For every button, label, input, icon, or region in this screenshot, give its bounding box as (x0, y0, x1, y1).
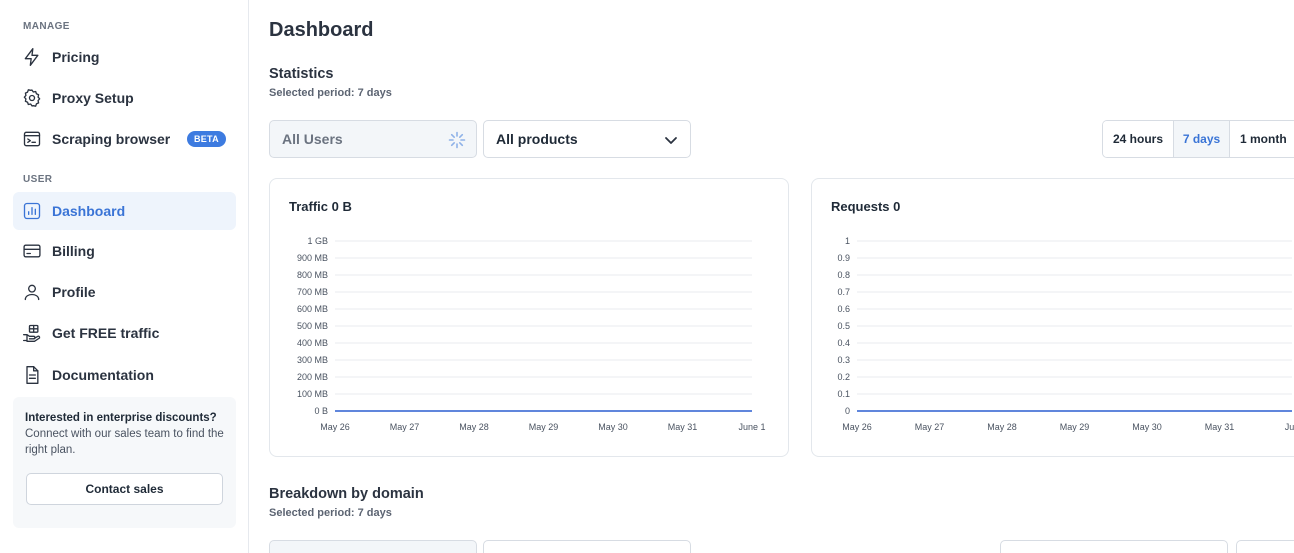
period-1-month-button[interactable]: 1 month (1230, 121, 1294, 157)
sidebar-item-label: Get FREE traffic (52, 325, 160, 341)
requests-x-tick-label: May 31 (1205, 422, 1235, 432)
traffic-x-tick-label: May 29 (529, 422, 559, 432)
requests-y-tick-label: 0.2 (837, 372, 850, 382)
user-icon (22, 282, 42, 302)
requests-y-tick-label: 0.3 (837, 355, 850, 365)
sidebar-item-documentation[interactable]: Documentation (13, 356, 236, 394)
chevron-down-icon (665, 137, 677, 144)
users-select-value: All Users (282, 131, 343, 147)
sidebar-item-proxy-setup[interactable]: Proxy Setup (13, 79, 236, 117)
promo-text: Interested in enterprise discounts? Conn… (25, 410, 224, 458)
traffic-y-tick-label: 600 MB (297, 304, 328, 314)
contact-sales-button[interactable]: Contact sales (26, 473, 223, 505)
requests-y-tick-label: 0.6 (837, 304, 850, 314)
period-24-hours-button[interactable]: 24 hours (1103, 121, 1174, 157)
user-section-label: USER (23, 174, 53, 185)
credit-card-icon (22, 241, 42, 261)
traffic-y-tick-label: 200 MB (297, 372, 328, 382)
period-7-days-button[interactable]: 7 days (1174, 121, 1230, 157)
requests-y-tick-label: 0.1 (837, 389, 850, 399)
products-select[interactable]: All products (483, 120, 691, 158)
enterprise-promo: Interested in enterprise discounts? Conn… (13, 397, 236, 528)
requests-x-tick-label: May 30 (1132, 422, 1162, 432)
traffic-chart-card: Traffic 0 B 0 B 100 MB 200 MB 300 MB 400 MB 5… (269, 178, 789, 457)
sidebar-item-label: Scraping browser (52, 131, 171, 147)
promo-body: Connect with our sales team to find the … (25, 428, 224, 456)
manage-section-label: MANAGE (23, 21, 70, 32)
requests-x-tick-label: May 29 (1060, 422, 1090, 432)
statistics-title: Statistics (269, 66, 334, 82)
breakdown-subtitle: Selected period: 7 days (269, 507, 392, 519)
breakdown-title: Breakdown by domain (269, 486, 424, 502)
requests-x-tick-label: May 28 (987, 422, 1017, 432)
sidebar-item-label: Proxy Setup (52, 90, 134, 106)
sidebar-item-billing[interactable]: Billing (13, 232, 236, 270)
products-select-value: All products (496, 131, 578, 147)
terminal-icon (22, 129, 42, 149)
traffic-x-tick-label: May 27 (390, 422, 420, 432)
traffic-y-tick-label: 500 MB (297, 321, 328, 331)
traffic-x-tick-label: June 1 (738, 422, 765, 432)
statistics-subtitle: Selected period: 7 days (269, 87, 392, 99)
requests-y-tick-label: 0.5 (837, 321, 850, 331)
traffic-x-tick-label: May 26 (320, 422, 350, 432)
document-icon (22, 365, 42, 385)
requests-y-tick-label: 1 (845, 236, 850, 246)
page-title: Dashboard (269, 19, 374, 41)
requests-y-tick-label: 0.9 (837, 253, 850, 263)
requests-y-tick-label: 0 (845, 406, 850, 416)
traffic-y-tick-label: 900 MB (297, 253, 328, 263)
breakdown-extra-control[interactable] (1236, 540, 1294, 553)
requests-x-tick-label: May 27 (915, 422, 945, 432)
sidebar-item-label: Profile (52, 284, 96, 300)
requests-x-tick-label: Jun (1285, 422, 1294, 432)
sidebar-item-label: Billing (52, 243, 95, 259)
gift-hand-icon (22, 323, 42, 343)
requests-x-tick-label: May 26 (842, 422, 872, 432)
sidebar-item-get-free-traffic[interactable]: Get FREE traffic (13, 314, 236, 352)
traffic-y-tick-label: 800 MB (297, 270, 328, 280)
promo-heading: Interested in enterprise discounts? (25, 412, 217, 424)
bolt-icon (22, 47, 42, 67)
requests-y-tick-label: 0.7 (837, 287, 850, 297)
traffic-y-tick-label: 700 MB (297, 287, 328, 297)
period-toggle: 24 hours 7 days 1 month (1102, 120, 1294, 158)
traffic-y-tick-label: 0 B (314, 406, 328, 416)
traffic-x-tick-label: May 31 (668, 422, 698, 432)
requests-chart-card: Requests 0 0 0.1 0.2 0.3 0.4 0.5 0.6 0.7 0.8 0.9 1… (811, 178, 1294, 457)
breakdown-users-select[interactable] (269, 540, 477, 553)
sidebar-item-pricing[interactable]: Pricing (13, 38, 236, 76)
requests-chart: 0 0.1 0.2 0.3 0.4 0.5 0.6 0.7 0.8 0.9 1 May 26 May 2… (837, 236, 1294, 432)
beta-badge: BETA (186, 131, 226, 147)
traffic-y-tick-label: 100 MB (297, 389, 328, 399)
sidebar-item-dashboard[interactable]: Dashboard (13, 192, 236, 230)
users-select[interactable]: All Users (269, 120, 477, 158)
traffic-x-tick-label: May 30 (598, 422, 628, 432)
bar-chart-icon (22, 201, 42, 221)
gear-icon (22, 88, 42, 108)
loading-spinner-icon (448, 131, 466, 149)
sidebar: MANAGE Pricing Proxy Setup Scraping brow… (0, 0, 249, 553)
traffic-y-tick-label: 400 MB (297, 338, 328, 348)
sidebar-item-label: Dashboard (52, 203, 126, 219)
sidebar-item-profile[interactable]: Profile (13, 273, 236, 311)
requests-y-tick-label: 0.4 (837, 338, 850, 348)
requests-y-tick-label: 0.8 (837, 270, 850, 280)
traffic-chart: 0 B 100 MB 200 MB 300 MB 400 MB 500 MB 600 MB 7… (297, 236, 766, 432)
traffic-y-tick-label: 1 GB (307, 236, 328, 246)
sidebar-item-scraping-browser[interactable]: Scraping browser BETA (13, 120, 236, 158)
sidebar-item-label: Pricing (52, 49, 100, 65)
breakdown-products-select[interactable] (483, 540, 691, 553)
traffic-x-tick-label: May 28 (459, 422, 489, 432)
sidebar-item-label: Documentation (52, 367, 154, 383)
traffic-y-tick-label: 300 MB (297, 355, 328, 365)
breakdown-period-toggle[interactable] (1000, 540, 1228, 553)
